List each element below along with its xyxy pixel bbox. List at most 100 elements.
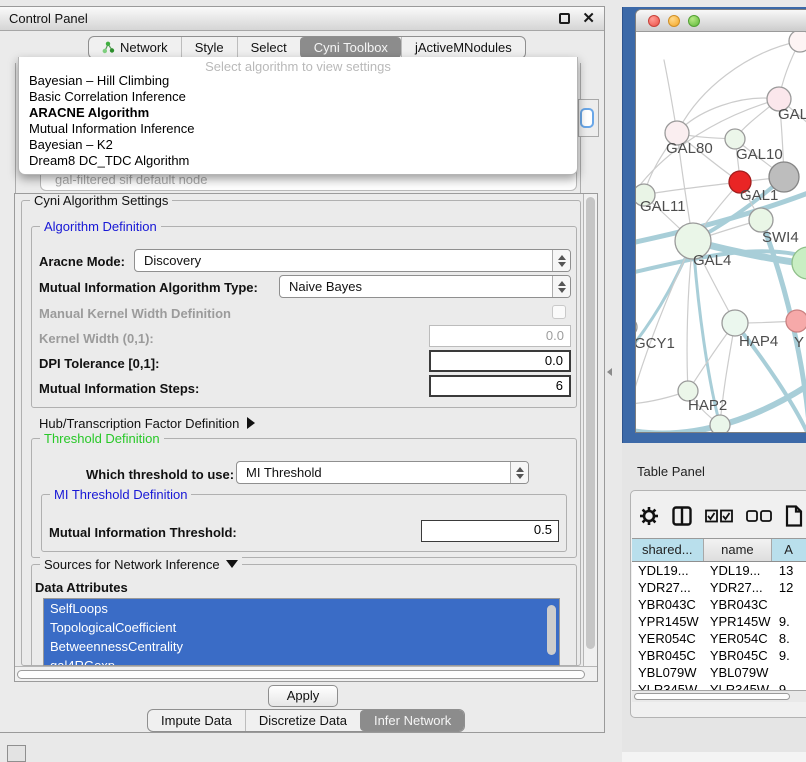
network-window-titlebar bbox=[636, 10, 806, 32]
kernel-width-label: Kernel Width (0,1): bbox=[39, 331, 154, 346]
algorithm-option[interactable]: Dream8 DC_TDC Algorithm bbox=[19, 153, 577, 169]
table-cell: YBR045C bbox=[632, 647, 704, 664]
table-cell: YBR043C bbox=[632, 596, 704, 613]
column-header[interactable]: name bbox=[704, 539, 773, 561]
tab-jactivemnodules[interactable]: jActiveMNodules bbox=[401, 37, 525, 58]
attribute-item[interactable]: TopologicalCoefficient bbox=[44, 618, 559, 637]
bottom-tab-bar: Impute Data Discretize Data Infer Network bbox=[147, 709, 465, 732]
unchecked-columns-icon[interactable] bbox=[746, 510, 772, 522]
tab-label: Network bbox=[120, 40, 168, 55]
list-scrollbar-thumb[interactable] bbox=[547, 605, 556, 655]
network-node[interactable] bbox=[789, 32, 806, 52]
sources-group-title[interactable]: Sources for Network Inference bbox=[40, 557, 242, 572]
mi-type-combo[interactable]: Naive Bayes bbox=[279, 275, 571, 298]
algorithm-option[interactable]: Bayesian – Hill Climbing bbox=[19, 73, 577, 89]
columns-icon[interactable] bbox=[672, 506, 692, 526]
tab-cyni-toolbox[interactable]: Cyni Toolbox bbox=[300, 37, 401, 58]
network-graph[interactable]: GALGAL80GAL10GAL1GAL11SWI4GAL4GCY1HAP4YH… bbox=[636, 32, 806, 433]
mi-type-label: Mutual Information Algorithm Type: bbox=[39, 280, 258, 295]
bottom-strip bbox=[622, 752, 806, 762]
table-cell bbox=[773, 664, 806, 681]
node-label: GCY1 bbox=[636, 335, 675, 352]
gear-icon[interactable] bbox=[639, 506, 659, 526]
table-row[interactable]: YBR043CYBR043C bbox=[632, 596, 806, 613]
attribute-item[interactable]: BetweennessCentrality bbox=[44, 637, 559, 656]
column-header[interactable]: shared... bbox=[632, 539, 704, 561]
algorithm-option[interactable]: Mutual Information Inference bbox=[19, 121, 577, 137]
spinner-arrows-icon bbox=[510, 462, 528, 483]
kernel-width-field[interactable]: 0.0 bbox=[429, 325, 571, 347]
column-header[interactable]: A bbox=[772, 539, 806, 561]
mi-steps-label: Mutual Information Steps: bbox=[39, 381, 199, 396]
dpi-tolerance-label: DPI Tolerance [0,1]: bbox=[39, 356, 159, 371]
table-cell: YDR27... bbox=[632, 579, 704, 596]
table-cell: YPR145W bbox=[632, 613, 704, 630]
network-node[interactable] bbox=[786, 310, 806, 332]
tab-infer-network[interactable]: Infer Network bbox=[360, 710, 464, 731]
attribute-item[interactable]: SelfLoops bbox=[44, 599, 559, 618]
mi-steps-field[interactable]: 6 bbox=[429, 375, 571, 397]
close-icon[interactable]: ✕ bbox=[582, 13, 595, 24]
mi-threshold-field[interactable]: 0.5 bbox=[421, 520, 559, 542]
tab-label: Discretize Data bbox=[259, 713, 347, 728]
tab-discretize-data[interactable]: Discretize Data bbox=[245, 710, 360, 731]
node-label: GAL1 bbox=[740, 187, 778, 204]
table-row[interactable]: YER054CYER054C8. bbox=[632, 630, 806, 647]
screen: Control Panel ✕ gal-filtered sif default… bbox=[0, 0, 806, 762]
tab-network[interactable]: Network bbox=[89, 37, 181, 58]
network-node[interactable] bbox=[792, 247, 806, 279]
which-threshold-value: MI Threshold bbox=[237, 465, 510, 480]
tab-style[interactable]: Style bbox=[181, 37, 237, 58]
main-tab-bar: Network StyleSelect Cyni Toolbox jActiveMNo… bbox=[88, 36, 526, 59]
expand-right-icon bbox=[247, 417, 255, 429]
table-row[interactable]: YBL079WYBL079W bbox=[632, 664, 806, 681]
table-row[interactable]: YBR045CYBR045C9. bbox=[632, 647, 806, 664]
node-attribute-table[interactable]: shared...nameA YDL19...YDL19...13YDR27..… bbox=[632, 538, 806, 702]
network-view-window: GALGAL80GAL10GAL1GAL11SWI4GAL4GCY1HAP4YH… bbox=[635, 9, 806, 433]
table-panel: Table Panel bbox=[622, 443, 806, 762]
settings-horizontal-scrollbar[interactable] bbox=[15, 666, 597, 681]
network-edge[interactable] bbox=[644, 182, 740, 195]
node-label: HAP2 bbox=[688, 397, 727, 414]
table-cell: YPR145W bbox=[704, 613, 773, 630]
attribute-item[interactable]: gal4RGexp bbox=[44, 656, 559, 666]
dpi-tolerance-field[interactable]: 0.0 bbox=[429, 350, 571, 372]
algorithm-option[interactable]: Basic Correlation Inference bbox=[19, 89, 577, 105]
tab-impute-data[interactable]: Impute Data bbox=[148, 710, 245, 731]
network-node[interactable] bbox=[710, 415, 730, 433]
data-attributes-list[interactable]: SelfLoopsTopologicalCoefficientBetweenne… bbox=[43, 598, 560, 666]
spinner-arrows-icon bbox=[552, 276, 570, 297]
close-traffic-light-icon[interactable] bbox=[648, 15, 660, 27]
table-cell: YBR045C bbox=[704, 647, 773, 664]
panel-divider-handle[interactable] bbox=[607, 368, 612, 376]
apply-button[interactable]: Apply bbox=[268, 685, 338, 707]
manual-kernel-checkbox[interactable] bbox=[552, 305, 566, 319]
network-node[interactable] bbox=[636, 318, 637, 336]
which-threshold-combo[interactable]: MI Threshold bbox=[236, 461, 529, 484]
checked-columns-icon[interactable] bbox=[705, 509, 733, 523]
table-toolbar bbox=[639, 499, 806, 533]
zoom-traffic-light-icon[interactable] bbox=[688, 15, 700, 27]
node-label: GAL10 bbox=[736, 146, 783, 163]
table-row[interactable]: YDR27...YDR27...12 bbox=[632, 579, 806, 596]
collapse-down-icon bbox=[226, 560, 238, 568]
tab-select[interactable]: Select bbox=[237, 37, 300, 58]
tab-label: Cyni Toolbox bbox=[314, 40, 388, 55]
document-icon[interactable] bbox=[785, 505, 803, 527]
aracne-mode-combo[interactable]: Discovery bbox=[134, 249, 571, 272]
minimized-panel-icon[interactable] bbox=[7, 745, 26, 762]
hub-definition-toggle[interactable]: Hub/Transcription Factor Definition bbox=[39, 416, 255, 431]
settings-vertical-scrollbar[interactable] bbox=[583, 194, 597, 666]
aracne-mode-label: Aracne Mode: bbox=[39, 254, 125, 269]
mi-threshold-label: Mutual Information Threshold: bbox=[49, 525, 237, 540]
table-row[interactable]: YPR145WYPR145W9. bbox=[632, 613, 806, 630]
algorithm-dropdown: Select algorithm to view settings Bayesi… bbox=[18, 57, 578, 175]
tab-label: jActiveMNodules bbox=[415, 40, 512, 55]
float-window-icon[interactable] bbox=[559, 13, 570, 24]
table-row[interactable]: YDL19...YDL19...13 bbox=[632, 562, 806, 579]
minimize-traffic-light-icon[interactable] bbox=[668, 15, 680, 27]
table-horizontal-scrollbar[interactable] bbox=[632, 690, 806, 702]
algorithm-option[interactable]: ARACNE Algorithm bbox=[19, 105, 577, 121]
table-cell: YER054C bbox=[632, 630, 704, 647]
algorithm-option[interactable]: Bayesian – K2 bbox=[19, 137, 577, 153]
